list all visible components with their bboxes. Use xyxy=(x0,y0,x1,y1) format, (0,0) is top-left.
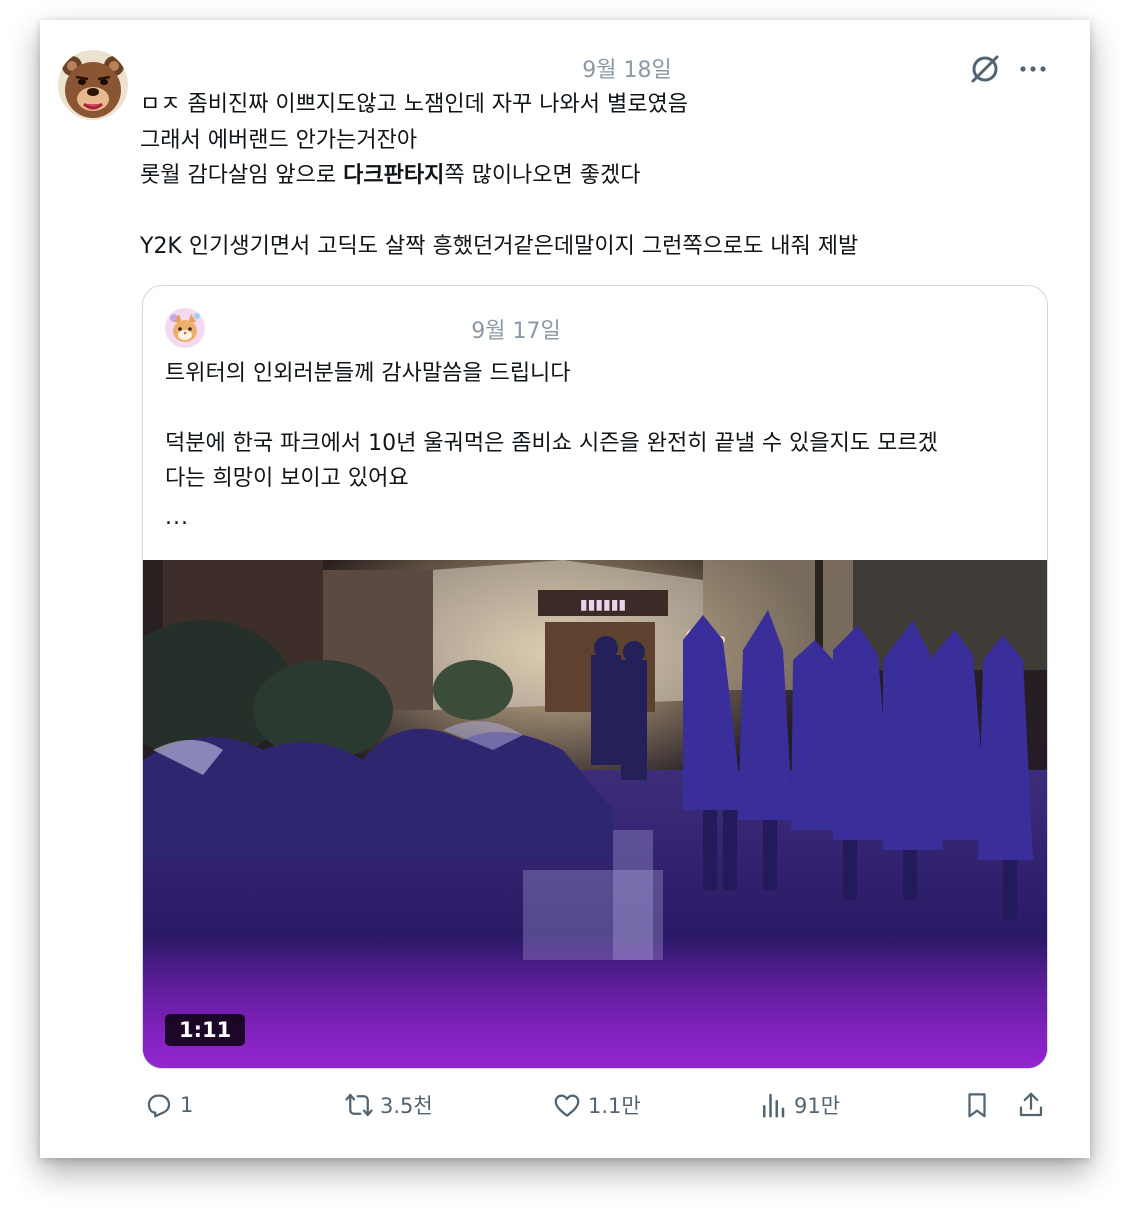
video-duration-badge: 1:11 xyxy=(165,1014,246,1046)
quoted-tweet[interactable]: 9월 17일 트위터의 인외러분들께 감사말씀을 드립니다 덕분에 한국 파크에… xyxy=(142,285,1048,1069)
tweet-line-2: 그래서 에버랜드 안가는거잔아 xyxy=(140,127,418,153)
more-icon[interactable] xyxy=(1018,56,1048,82)
eye-off-icon[interactable] xyxy=(968,52,1002,86)
bookmark-icon xyxy=(968,1093,986,1118)
tweet-text: ㅁㅈ 좀비진짜 이쁘지도않고 노잼인데 자꾸 나와서 별로였음 그래서 에버랜드… xyxy=(140,87,1040,265)
retweet-count: 3.5천 xyxy=(380,1094,433,1118)
quote-line-2: 덕분에 한국 파크에서 10년 울궈먹은 좀비쇼 시즌을 완전히 끝낼 수 있을… xyxy=(165,431,938,456)
bookmark-button[interactable] xyxy=(962,1090,992,1120)
reply-icon xyxy=(147,1094,171,1118)
reply-button[interactable]: 1 xyxy=(144,1090,193,1120)
tweet-date[interactable]: 9월 18일 xyxy=(40,52,1130,84)
like-button[interactable]: 1.1만 xyxy=(552,1090,641,1120)
quote-line-1: 트위터의 인외러분들께 감사말씀을 드립니다 xyxy=(165,361,571,386)
retweet-icon xyxy=(345,1093,373,1117)
quote-line-3: 다는 희망이 보이고 있어요 xyxy=(165,466,409,491)
like-count: 1.1만 xyxy=(588,1094,641,1118)
tweet-card[interactable]: 9월 18일 ㅁㅈ 좀비진짜 이쁘지도않고 노잼인데 자꾸 나와서 별로였음 그… xyxy=(40,20,1090,1158)
heart-icon xyxy=(554,1094,580,1117)
views-icon xyxy=(763,1093,785,1118)
action-bar: 1 3.5천 1.1만 91만 xyxy=(40,1090,1090,1130)
views-count: 91만 xyxy=(794,1094,841,1118)
reply-count: 1 xyxy=(180,1093,194,1117)
tweet-line-3-end: 쪽 많이나오면 좋겠다 xyxy=(444,163,641,188)
tweet-bold-text: 다크판타지 xyxy=(343,163,445,188)
tweet-line-3: 롯월 감다살임 앞으로 다크판타지쪽 많이나오면 좋겠다 xyxy=(140,158,1040,194)
tweet-line-4: Y2K 인기생기면서 고딕도 살짝 흥했던거같은데말이지 그런쪽으로도 내줘 제… xyxy=(140,234,859,259)
quote-text: 트위터의 인외러분들께 감사말씀을 드립니다 덕분에 한국 파크에서 10년 울… xyxy=(165,356,1025,535)
retweet-button[interactable]: 3.5천 xyxy=(344,1090,433,1120)
quote-date[interactable]: 9월 17일 xyxy=(143,313,889,345)
share-icon xyxy=(1019,1092,1043,1117)
tweet-line-3-start: 롯월 감다살임 앞으로 xyxy=(140,163,344,188)
views-button[interactable]: 91만 xyxy=(758,1090,840,1120)
night-parade-image: ▮▮▮▮▮▮ xyxy=(143,560,1047,1068)
video-thumbnail[interactable]: ▮▮▮▮▮▮ xyxy=(143,560,1047,1068)
quote-ellipsis: ... xyxy=(165,505,189,530)
share-button[interactable] xyxy=(1016,1090,1046,1120)
tweet-line-1: ㅁㅈ 좀비진짜 이쁘지도않고 노잼인데 자꾸 나와서 별로였음 xyxy=(140,92,688,117)
